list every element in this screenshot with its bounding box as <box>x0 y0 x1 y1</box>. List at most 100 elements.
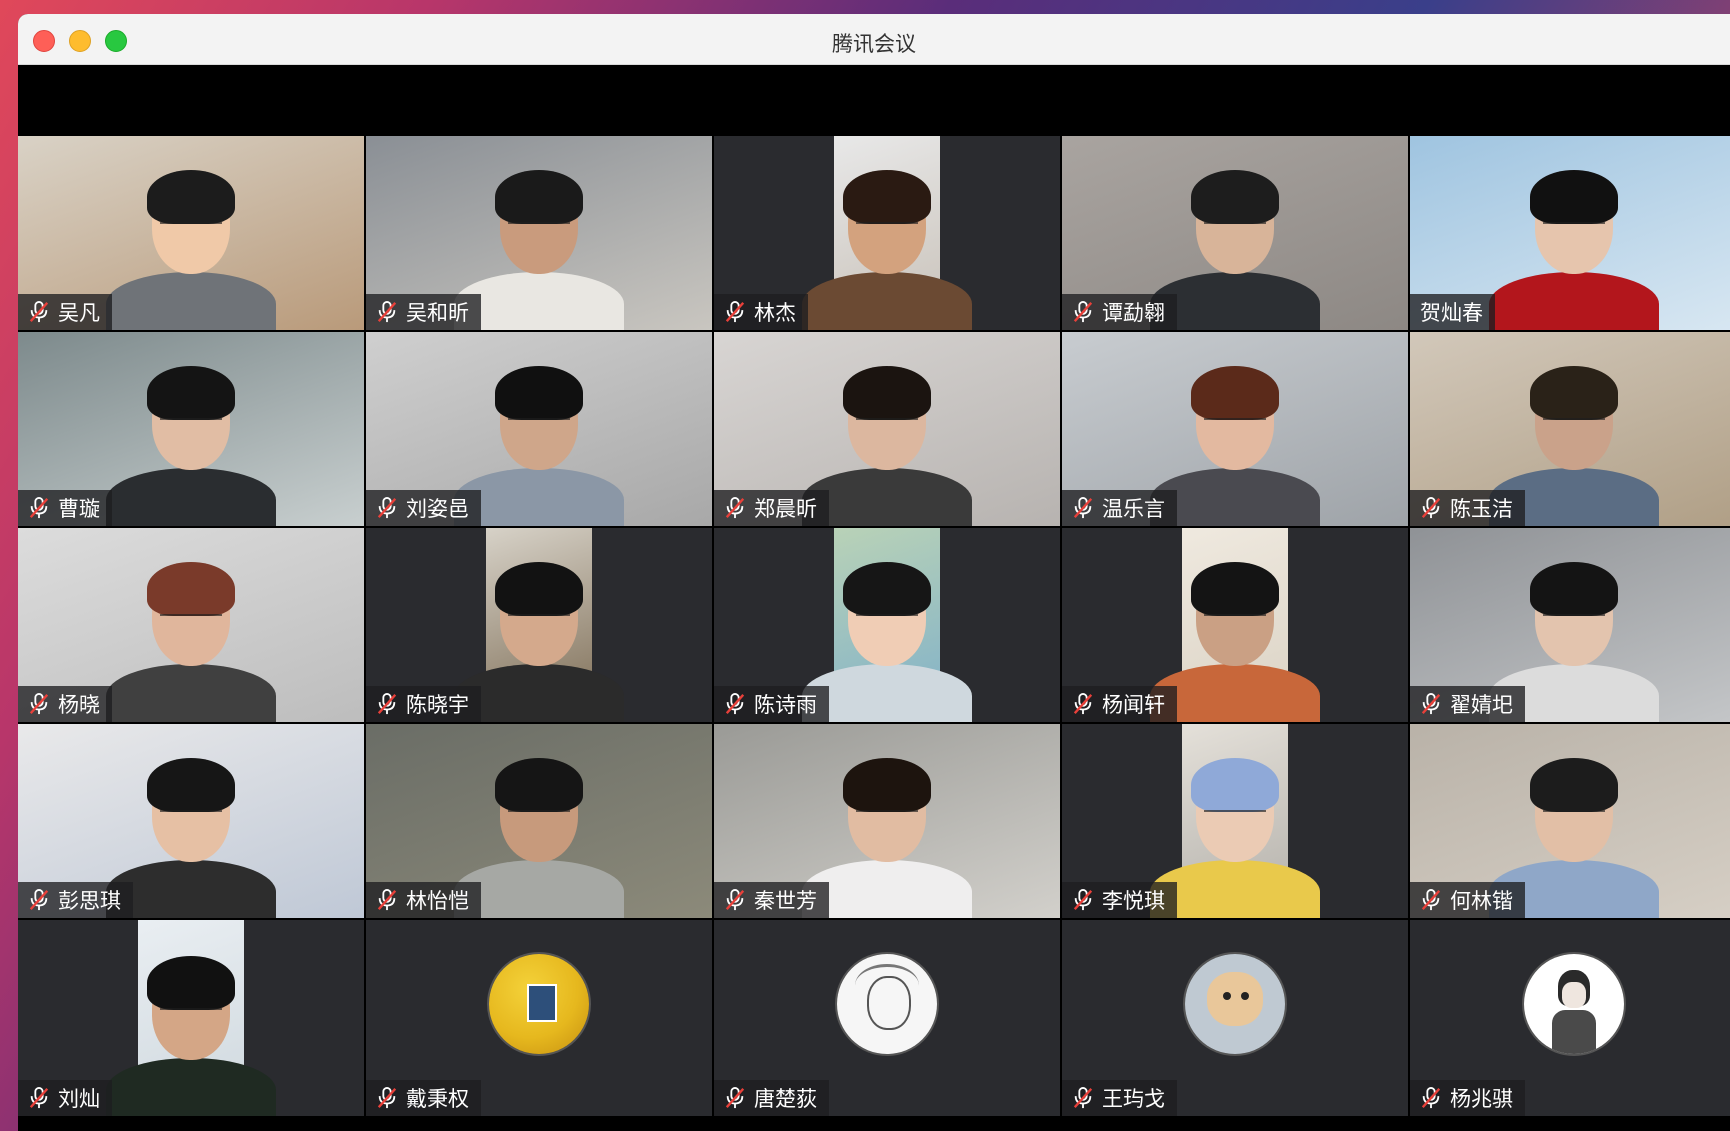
participant-person <box>1489 160 1659 330</box>
mic-muted-icon <box>377 301 397 323</box>
participant-tile[interactable]: 温乐言 <box>1062 332 1408 526</box>
participant-name-label: 陈玉洁 <box>1410 490 1525 526</box>
window-title: 腾讯会议 <box>832 32 916 56</box>
participant-name: 吴凡 <box>58 301 100 325</box>
participant-person <box>1150 748 1320 918</box>
video-feed <box>802 528 972 722</box>
participant-name-label: 翟婧圯 <box>1410 686 1525 722</box>
participant-name: 刘灿 <box>58 1087 100 1111</box>
participant-name-label: 林杰 <box>714 294 808 330</box>
mic-muted-icon <box>1073 693 1093 715</box>
title-bar: 腾讯会议 <box>18 14 1730 65</box>
participant-person <box>802 160 972 330</box>
participant-person <box>106 356 276 526</box>
participant-name: 吴和昕 <box>406 301 469 325</box>
participant-tile[interactable]: 王玙戈 <box>1062 920 1408 1116</box>
participant-person <box>1489 748 1659 918</box>
mic-muted-icon <box>1421 497 1441 519</box>
participant-name-label: 吴和昕 <box>366 294 481 330</box>
mic-muted-icon <box>725 301 745 323</box>
participant-name: 谭勐翱 <box>1102 301 1165 325</box>
mic-muted-icon <box>1073 497 1093 519</box>
participant-name: 戴秉权 <box>406 1087 469 1111</box>
participant-name: 唐楚荻 <box>754 1087 817 1111</box>
participant-person <box>802 552 972 722</box>
mic-muted-icon <box>29 1087 49 1109</box>
participant-tile[interactable]: 刘姿邑 <box>366 332 712 526</box>
participant-name-label: 彭思琪 <box>18 882 133 918</box>
participant-tile[interactable]: 陈晓宇 <box>366 528 712 722</box>
participant-name-label: 刘姿邑 <box>366 490 481 526</box>
participant-name-label: 王玙戈 <box>1062 1080 1177 1116</box>
top-spacer <box>18 65 1730 136</box>
participant-tile[interactable]: 陈诗雨 <box>714 528 1060 722</box>
participant-tile[interactable]: 李悦琪 <box>1062 724 1408 918</box>
participant-name: 何林锴 <box>1450 889 1513 913</box>
participant-name: 王玙戈 <box>1102 1087 1165 1111</box>
participant-name-label: 杨兆骐 <box>1410 1080 1525 1116</box>
participant-tile[interactable]: 贺灿春 <box>1410 136 1730 330</box>
participant-tile[interactable]: 林怡恺 <box>366 724 712 918</box>
participant-tile[interactable]: 刘灿 <box>18 920 364 1116</box>
mic-muted-icon <box>1073 1087 1093 1109</box>
participant-name-label: 戴秉权 <box>366 1080 481 1116</box>
mic-muted-icon <box>1421 693 1441 715</box>
participant-name-label: 李悦琪 <box>1062 882 1177 918</box>
participant-tile[interactable]: 秦世芳 <box>714 724 1060 918</box>
participant-person <box>1489 356 1659 526</box>
participant-name: 杨晓 <box>58 693 100 717</box>
mic-muted-icon <box>29 497 49 519</box>
mic-muted-icon <box>1073 301 1093 323</box>
participant-name: 彭思琪 <box>58 889 121 913</box>
participant-person <box>454 748 624 918</box>
participant-tile[interactable]: 何林锴 <box>1410 724 1730 918</box>
video-feed <box>1150 724 1320 918</box>
participant-tile[interactable]: 杨晓 <box>18 528 364 722</box>
mic-muted-icon <box>725 1087 745 1109</box>
video-feed <box>1150 528 1320 722</box>
participant-tile[interactable]: 林杰 <box>714 136 1060 330</box>
participant-tile[interactable]: 杨兆骐 <box>1410 920 1730 1116</box>
participant-tile[interactable]: 曹璇 <box>18 332 364 526</box>
participant-tile[interactable]: 唐楚荻 <box>714 920 1060 1116</box>
participant-name: 李悦琪 <box>1102 889 1165 913</box>
participant-tile[interactable]: 谭勐翱 <box>1062 136 1408 330</box>
participant-name: 林杰 <box>754 301 796 325</box>
participant-name: 刘姿邑 <box>406 497 469 521</box>
participant-person <box>106 552 276 722</box>
participant-tile[interactable]: 郑晨昕 <box>714 332 1060 526</box>
participant-name: 曹璇 <box>58 497 100 521</box>
participant-name-label: 吴凡 <box>18 294 112 330</box>
participant-tile[interactable]: 吴凡 <box>18 136 364 330</box>
participant-tile[interactable]: 彭思琪 <box>18 724 364 918</box>
participant-tile[interactable]: 翟婧圯 <box>1410 528 1730 722</box>
participant-person <box>802 748 972 918</box>
participant-person <box>1150 160 1320 330</box>
bottom-spacer <box>18 1116 1730 1131</box>
participant-name-label: 郑晨昕 <box>714 490 829 526</box>
participant-person <box>106 946 276 1116</box>
participant-name: 杨兆骐 <box>1450 1087 1513 1111</box>
participant-person <box>1150 356 1320 526</box>
participant-name-label: 刘灿 <box>18 1080 112 1116</box>
participant-name: 陈玉洁 <box>1450 497 1513 521</box>
participant-person <box>106 748 276 918</box>
participant-person <box>1150 552 1320 722</box>
participant-name-label: 秦世芳 <box>714 882 829 918</box>
participant-name-label: 曹璇 <box>18 490 112 526</box>
mic-muted-icon <box>377 889 397 911</box>
participant-tile[interactable]: 杨闻轩 <box>1062 528 1408 722</box>
participant-tile[interactable]: 戴秉权 <box>366 920 712 1116</box>
mic-muted-icon <box>725 889 745 911</box>
mic-muted-icon <box>29 301 49 323</box>
participant-tile[interactable]: 陈玉洁 <box>1410 332 1730 526</box>
participant-name: 翟婧圯 <box>1450 693 1513 717</box>
participant-name: 杨闻轩 <box>1102 693 1165 717</box>
mic-muted-icon <box>377 1087 397 1109</box>
participant-person <box>454 160 624 330</box>
participant-name-label: 谭勐翱 <box>1062 294 1177 330</box>
participant-avatar <box>1183 952 1287 1056</box>
participant-avatar <box>487 952 591 1056</box>
participant-tile[interactable]: 吴和昕 <box>366 136 712 330</box>
mic-muted-icon <box>29 693 49 715</box>
